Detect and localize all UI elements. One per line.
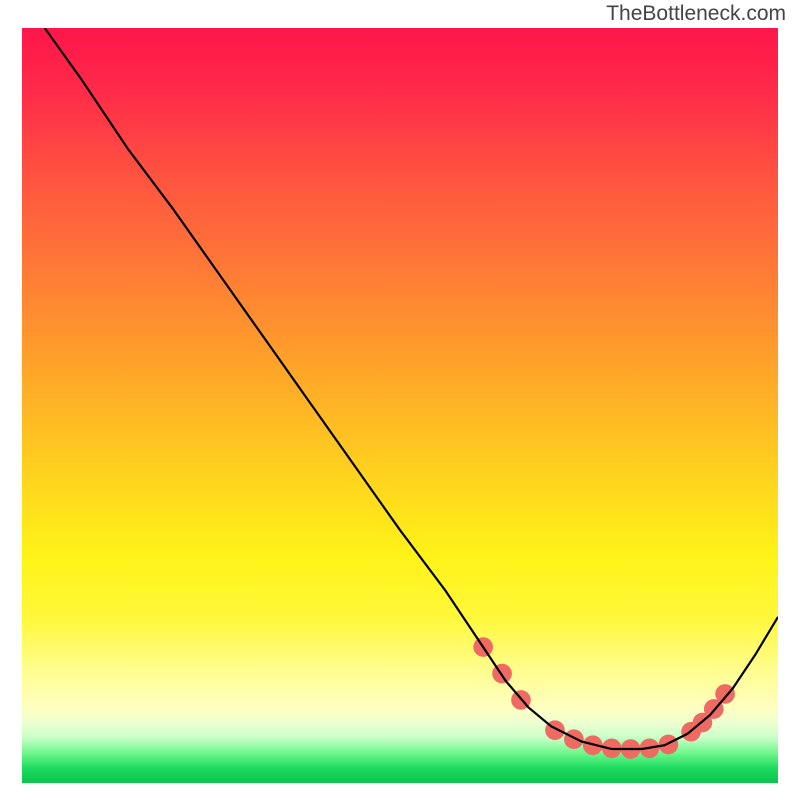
- marker-dot: [715, 684, 735, 704]
- attribution-text: TheBottleneck.com: [606, 2, 786, 26]
- marker-dot: [564, 729, 584, 749]
- chart-frame: TheBottleneck.com: [0, 0, 800, 800]
- marker-group: [473, 637, 735, 759]
- main-curve: [45, 28, 778, 749]
- chart-svg: [22, 28, 778, 783]
